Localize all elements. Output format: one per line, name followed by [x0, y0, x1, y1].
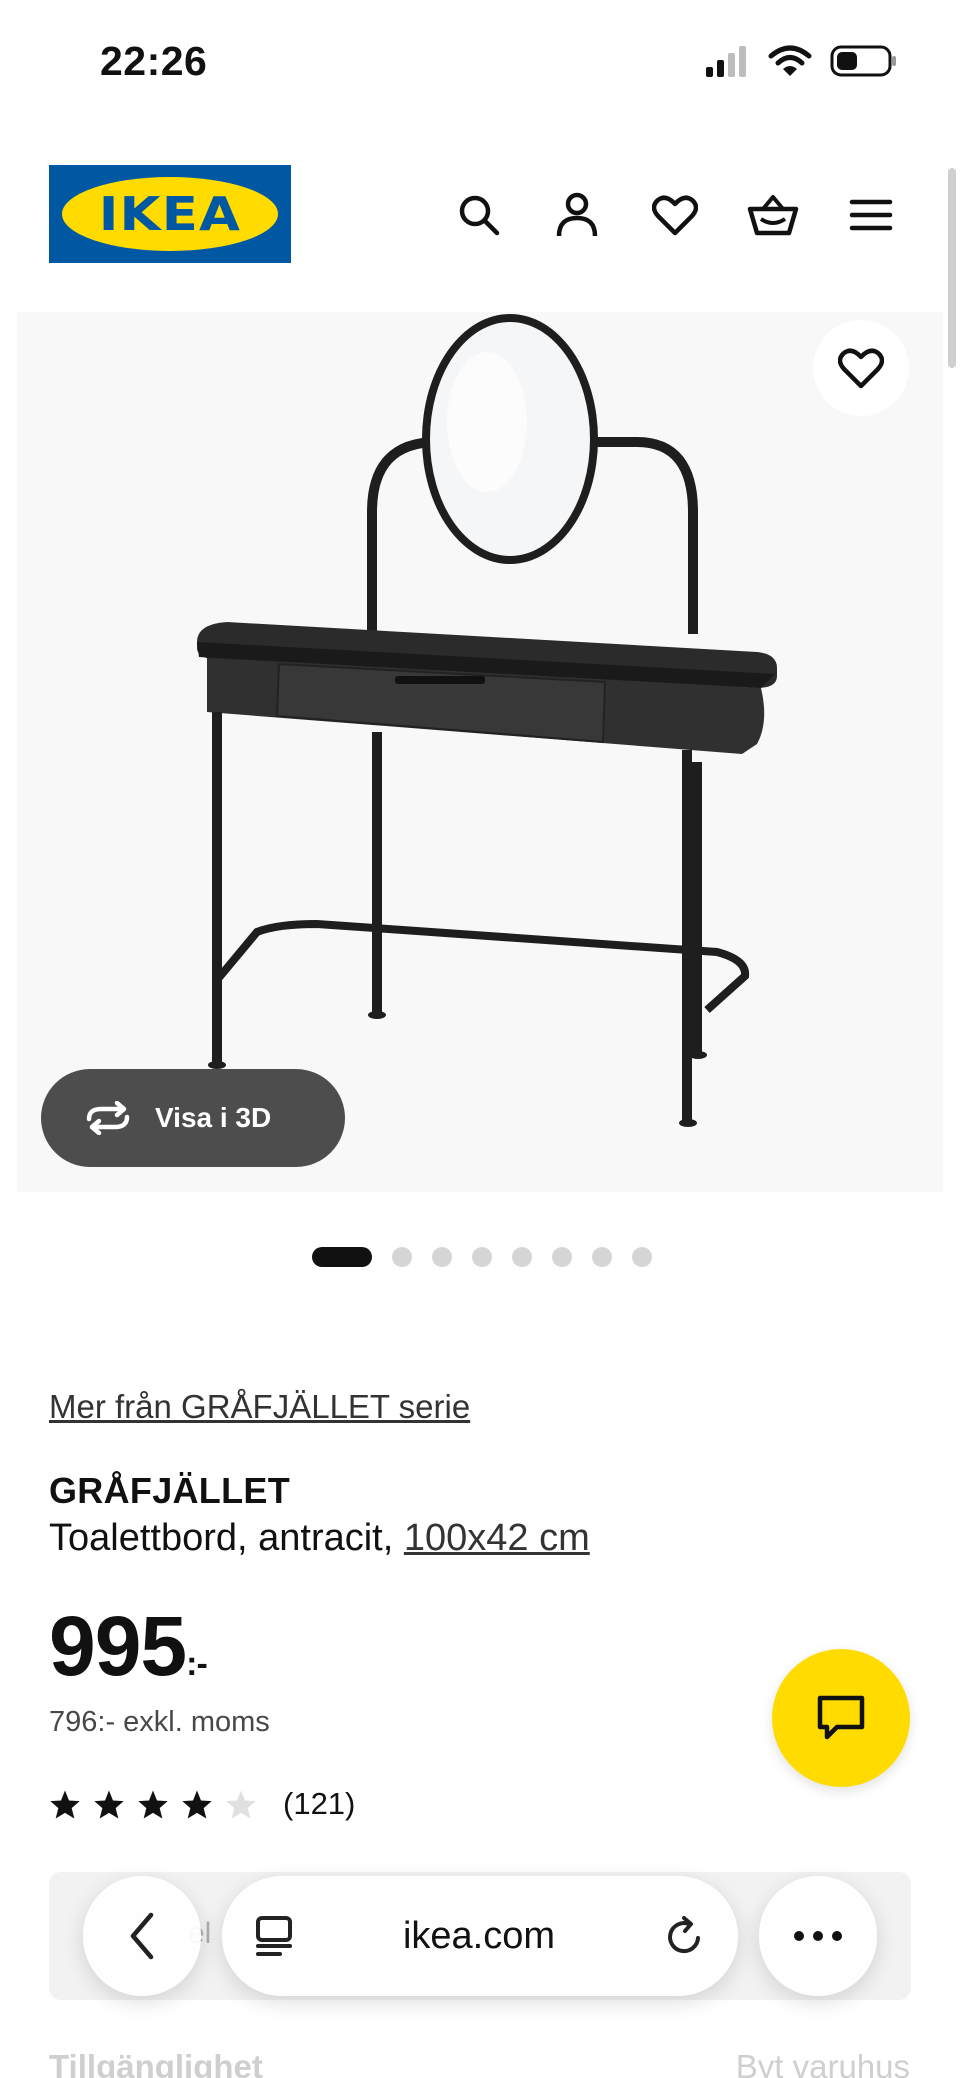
status-icons — [704, 44, 898, 78]
availability-heading: Tillgänglighet — [49, 2048, 263, 2078]
logo-oval: IKEA — [62, 177, 278, 251]
star-filled-icon — [94, 1790, 124, 1818]
ikea-logo[interactable]: IKEA — [49, 165, 291, 263]
dressing-table-illustration — [197, 314, 777, 1127]
status-time: 22:26 — [100, 38, 208, 84]
menu-icon — [849, 199, 893, 231]
chevron-left-icon — [130, 1912, 154, 1960]
signal-icon — [706, 46, 746, 77]
rotate-3d-icon — [86, 1101, 130, 1135]
product-description: Toalettbord, antracit, 100x42 cm — [49, 1517, 590, 1560]
change-store-link[interactable]: Byt varuhus — [736, 2048, 910, 2078]
url-text: ikea.com — [402, 1914, 556, 1957]
search-button[interactable] — [430, 189, 528, 241]
product-name: GRÅFJÄLLET — [49, 1470, 290, 1511]
reload-icon[interactable] — [664, 1914, 706, 1958]
heart-icon — [652, 195, 698, 236]
star-filled-icon — [138, 1790, 168, 1818]
account-button[interactable] — [528, 189, 626, 241]
menu-button[interactable] — [822, 189, 920, 241]
price-suffix: :- — [186, 1645, 208, 1683]
battery-icon — [830, 45, 896, 77]
status-bar: 22:26 — [0, 0, 960, 120]
carousel-dot[interactable] — [472, 1247, 492, 1267]
browser-address-bar[interactable]: ikea.com — [222, 1876, 738, 1996]
add-to-favorites-button[interactable] — [813, 320, 909, 416]
price-excl-vat: 796:- exkl. moms — [49, 1706, 270, 1738]
chat-button[interactable] — [772, 1649, 910, 1787]
product-image[interactable]: Visa i 3D — [17, 312, 943, 1192]
review-count: (121) — [283, 1786, 356, 1821]
product-rating[interactable]: (121) — [49, 1786, 355, 1822]
view-in-3d-button[interactable]: Visa i 3D — [41, 1069, 345, 1167]
carousel-dot[interactable] — [592, 1247, 612, 1267]
reader-tabs-icon — [256, 1916, 292, 1956]
chat-icon — [817, 1695, 865, 1740]
cart-button[interactable] — [724, 189, 822, 241]
cart-icon — [747, 195, 799, 236]
carousel-dot[interactable] — [512, 1247, 532, 1267]
star-filled-icon — [182, 1790, 212, 1818]
product-description-text: Toalettbord, antracit, — [49, 1517, 404, 1559]
browser-more-button[interactable] — [759, 1876, 877, 1996]
favorites-button[interactable] — [626, 189, 724, 241]
series-link[interactable]: Mer från GRÅFJÄLLET serie — [49, 1388, 470, 1426]
page-scrollbar[interactable] — [948, 168, 956, 368]
heart-icon — [838, 348, 884, 389]
product-price: 995:- — [49, 1598, 208, 1695]
logo-text: IKEA — [98, 187, 242, 241]
carousel-dot[interactable] — [632, 1247, 652, 1267]
browser-back-button[interactable] — [83, 1876, 201, 1996]
search-icon — [459, 195, 500, 236]
user-icon — [556, 192, 598, 237]
star-empty-icon — [226, 1790, 256, 1818]
view-in-3d-label: Visa i 3D — [155, 1102, 272, 1133]
header-nav — [430, 189, 920, 241]
site-header: IKEA — [0, 165, 960, 265]
image-carousel-dots — [312, 1247, 652, 1267]
carousel-dot[interactable] — [392, 1247, 412, 1267]
wifi-icon — [768, 45, 812, 76]
more-icon — [794, 1931, 842, 1941]
carousel-dot[interactable] — [432, 1247, 452, 1267]
carousel-dot[interactable] — [312, 1247, 372, 1267]
star-filled-icon — [50, 1790, 80, 1818]
price-main: 995 — [49, 1599, 187, 1693]
carousel-dot[interactable] — [552, 1247, 572, 1267]
size-link[interactable]: 100x42 cm — [404, 1517, 590, 1559]
